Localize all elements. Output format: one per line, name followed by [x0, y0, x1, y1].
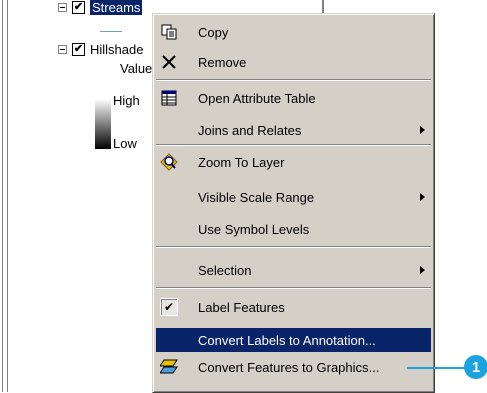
window-frame-left [2, 0, 3, 392]
streams-symbol-line [100, 31, 122, 32]
window-frame-inner [7, 0, 8, 392]
menu-item-label: Label Features [198, 299, 285, 315]
menu-item-label: Use Symbol Levels [198, 221, 310, 237]
menu-item-label: Visible Scale Range [198, 189, 315, 205]
layer-name-streams[interactable]: Streams [90, 0, 143, 15]
menu-separator [156, 144, 431, 146]
menu-item-label: Convert Features to Graphics... [198, 359, 380, 375]
menu-item-label-features[interactable]: ✔ Label Features [156, 295, 431, 319]
submenu-arrow-icon [420, 266, 425, 274]
menu-separator [156, 79, 431, 81]
menu-item-open-attribute-table[interactable]: Open Attribute Table [156, 86, 431, 110]
toc-layer-hillshade[interactable]: ✔ Hillshade [58, 40, 143, 58]
layer-context-menu: Copy Remove Open Attribute Table Joins a… [152, 13, 435, 393]
collapse-icon[interactable] [58, 2, 67, 12]
collapse-icon[interactable] [58, 44, 67, 54]
callout-number-badge: 1 [464, 355, 487, 379]
zoom-to-layer-icon [158, 151, 180, 173]
submenu-arrow-icon [420, 193, 425, 201]
table-icon [158, 87, 180, 109]
menu-item-joins-and-relates[interactable]: Joins and Relates [156, 118, 431, 142]
layer-visibility-checkbox[interactable]: ✔ [72, 42, 85, 56]
menu-separator [156, 246, 431, 248]
menu-item-copy[interactable]: Copy [156, 20, 431, 44]
menu-item-use-symbol-levels[interactable]: Use Symbol Levels [156, 217, 431, 241]
layer-visibility-checkbox[interactable]: ✔ [72, 0, 85, 14]
legend-value-label: Value [120, 61, 153, 76]
menu-item-visible-scale-range[interactable]: Visible Scale Range [156, 185, 431, 209]
check-icon: ✔ [160, 298, 178, 316]
menu-item-label: Remove [198, 54, 247, 70]
menu-item-label: Selection [198, 262, 252, 278]
menu-item-remove[interactable]: Remove [156, 50, 431, 74]
copy-icon [158, 21, 180, 43]
legend-high-label: High [113, 93, 140, 108]
menu-item-selection[interactable]: Selection [156, 258, 431, 282]
map-divider [322, 0, 324, 13]
menu-separator [156, 287, 431, 289]
menu-item-convert-features-to-graphics[interactable]: Convert Features to Graphics... [156, 355, 431, 379]
callout-leader-line [407, 367, 467, 369]
submenu-arrow-icon [420, 126, 425, 134]
menu-item-convert-labels-to-annotation[interactable]: Convert Labels to Annotation... [156, 328, 431, 352]
layer-name-hillshade[interactable]: Hillshade [90, 42, 143, 57]
remove-icon [158, 51, 180, 73]
menu-item-label: Convert Labels to Annotation... [198, 332, 376, 348]
menu-item-label: Copy [198, 24, 229, 40]
menu-item-label: Open Attribute Table [198, 90, 316, 106]
menu-item-zoom-to-layer[interactable]: Zoom To Layer [156, 150, 431, 174]
legend-color-ramp [95, 99, 111, 149]
menu-item-label: Joins and Relates [198, 122, 302, 138]
convert-to-graphics-icon [158, 356, 180, 378]
menu-item-label: Zoom To Layer [198, 154, 285, 170]
legend-low-label: Low [113, 136, 137, 151]
toc-layer-streams[interactable]: ✔ Streams [58, 0, 143, 16]
